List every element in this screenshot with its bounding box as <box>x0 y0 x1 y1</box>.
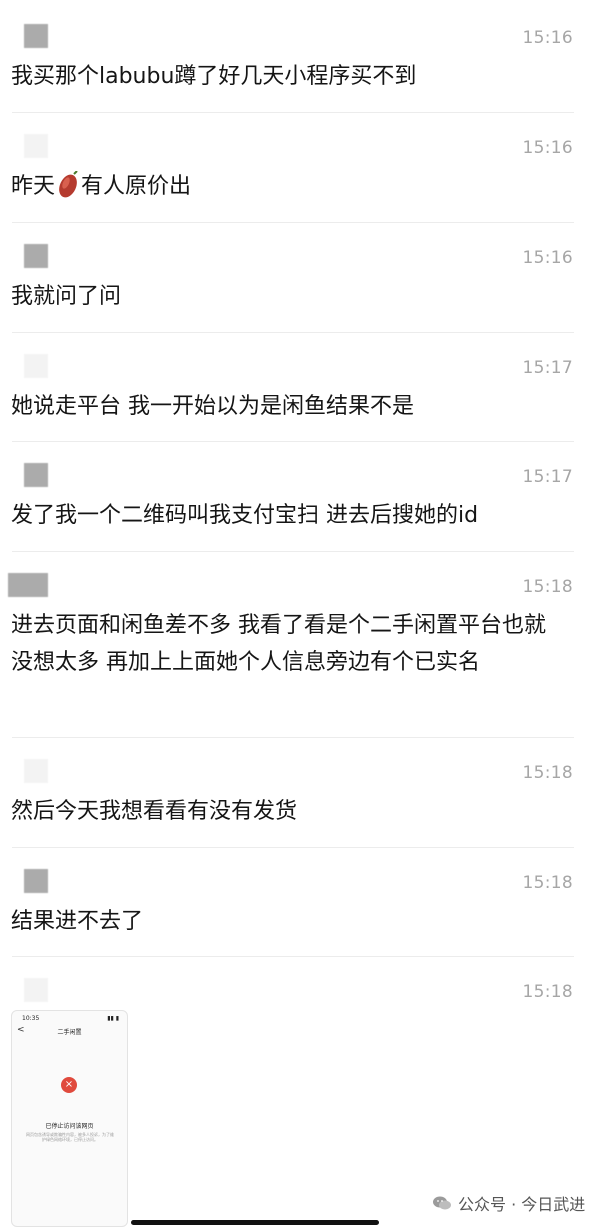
page-title: 二手闲置 <box>57 1029 82 1036</box>
message-text-after: 有人原价出 <box>81 174 192 199</box>
timestamp: 15:18 <box>522 982 573 1002</box>
error-description: 网页包含诱导或欺骗性内容，被多人投诉，为了维护绿色网络环境，已停止访问。 <box>26 1132 114 1142</box>
message-text: 我就问了问 <box>11 284 122 309</box>
sweet-potato-emoji <box>59 171 78 198</box>
status-icons: ▮▮ ▮ <box>107 1015 119 1022</box>
avatar[interactable] <box>24 869 48 893</box>
avatar[interactable] <box>24 134 48 158</box>
screenshot-thumbnail[interactable]: 10:35 ▮▮ ▮ < 二手闲置 × 已停止访问该网页 网页包含诱导或欺骗性内… <box>11 1010 128 1227</box>
divider <box>12 332 574 333</box>
divider <box>12 551 574 552</box>
avatar[interactable] <box>24 24 48 48</box>
timestamp: 15:16 <box>522 138 573 158</box>
message-text-before: 昨天 <box>11 174 56 199</box>
timestamp: 15:16 <box>522 28 573 48</box>
message-text: 进去页面和闲鱼差不多 我看了看是个二手闲置平台也就没想太多 再加上上面她个人信息… <box>11 613 546 675</box>
divider <box>12 847 574 848</box>
home-indicator <box>131 1220 379 1225</box>
error-icon: × <box>61 1077 77 1093</box>
avatar[interactable] <box>8 573 48 597</box>
avatar[interactable] <box>24 759 48 783</box>
avatar[interactable] <box>24 463 48 487</box>
message-text: 发了我一个二维码叫我支付宝扫 进去后搜她的id <box>11 503 479 528</box>
watermark: 公众号 · 今日武进 <box>432 1191 585 1215</box>
timestamp: 15:18 <box>522 577 573 597</box>
watermark-text: 公众号 · 今日武进 <box>458 1195 586 1214</box>
wechat-icon <box>433 1196 451 1210</box>
message-text: 昨天 有人原价出 <box>11 168 571 205</box>
divider <box>12 222 574 223</box>
avatar[interactable] <box>24 354 48 378</box>
timestamp: 15:16 <box>522 248 573 268</box>
timestamp: 15:18 <box>522 763 573 783</box>
divider <box>12 112 574 113</box>
timestamp: 15:18 <box>522 873 573 893</box>
status-time: 10:35 <box>22 1015 40 1022</box>
avatar[interactable] <box>24 244 48 268</box>
divider <box>12 441 574 442</box>
message-text: 我买那个labubu蹲了好几天小程序买不到 <box>11 64 417 89</box>
divider <box>12 956 574 957</box>
timestamp: 15:17 <box>522 467 573 487</box>
error-message: 已停止访问该网页 <box>45 1123 94 1130</box>
message-text: 结果进不去了 <box>11 909 144 934</box>
message-text: 她说走平台 我一开始以为是闲鱼结果不是 <box>11 394 414 419</box>
timestamp: 15:17 <box>522 358 573 378</box>
avatar[interactable] <box>24 978 48 1002</box>
divider <box>12 737 574 738</box>
message-text: 然后今天我想看看有没有发货 <box>11 799 298 824</box>
